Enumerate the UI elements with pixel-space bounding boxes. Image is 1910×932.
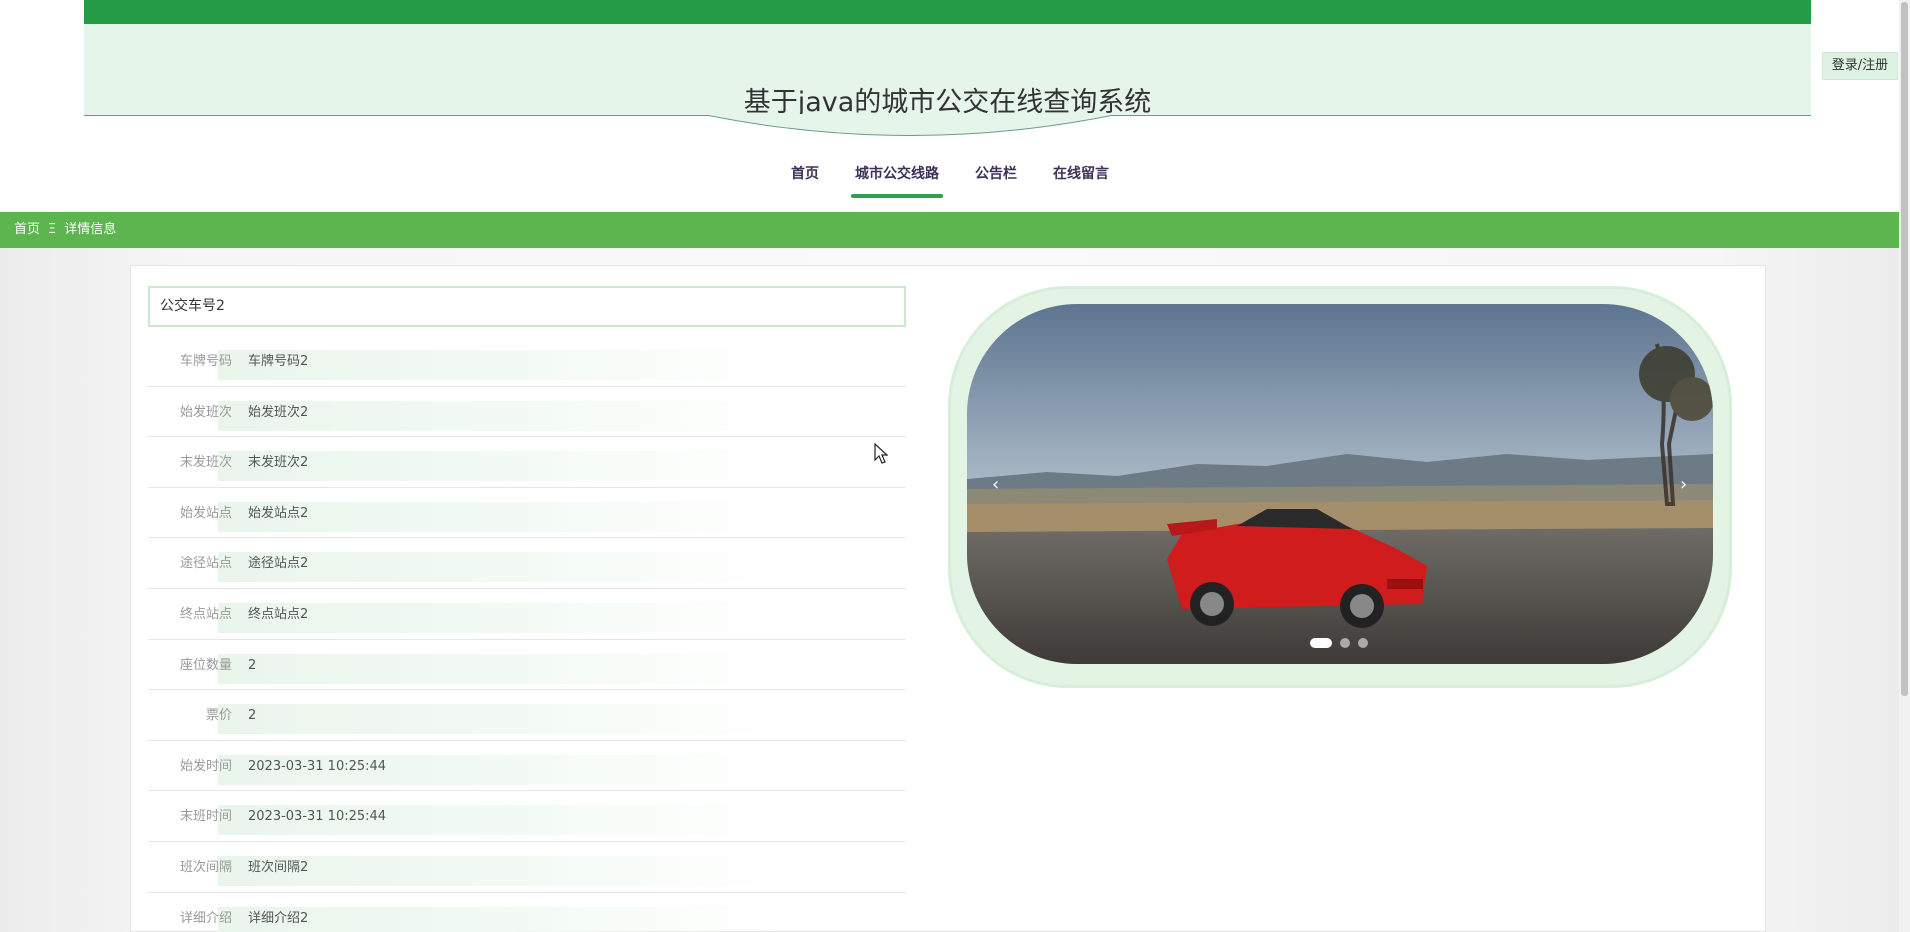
detail-field-row: 详细介绍 详细介绍2 xyxy=(148,893,906,932)
breadcrumb: 首页 Ξ 详情信息 xyxy=(0,212,1900,248)
field-value: 班次间隔2 xyxy=(248,859,309,875)
field-value: 途径站点2 xyxy=(248,556,309,572)
header-top-bar xyxy=(84,0,1811,24)
page-scrollbar[interactable] xyxy=(1899,0,1910,932)
field-value: 始发站点2 xyxy=(248,505,309,521)
field-value: 详细介绍2 xyxy=(248,910,309,926)
detail-field-row: 车牌号码 车牌号码2 xyxy=(148,336,906,387)
carousel-slide-image xyxy=(967,304,1713,664)
nav-item-message-board[interactable]: 在线留言 xyxy=(1035,158,1127,204)
field-value: 车牌号码2 xyxy=(248,354,309,369)
detail-field-row: 票价 2 xyxy=(148,690,906,741)
detail-field-row: 末发班次 末发班次2 xyxy=(148,437,906,488)
detail-field-row: 座位数量 2 xyxy=(148,640,906,691)
field-value: 始发班次2 xyxy=(248,404,309,420)
carousel-next-icon[interactable]: › xyxy=(1680,474,1687,495)
detail-field-row: 末班时间 2023-03-31 10:25:44 xyxy=(148,791,906,842)
field-label: 票价 xyxy=(205,708,232,724)
field-label: 终点站点 xyxy=(179,606,232,622)
field-value: 末发班次2 xyxy=(248,455,309,471)
nav-item-home[interactable]: 首页 xyxy=(773,158,837,204)
site-header: 基于java的城市公交在线查询系统 xyxy=(84,0,1811,118)
carousel-dot[interactable] xyxy=(1358,638,1368,648)
nav-item-bus-routes[interactable]: 城市公交线路 xyxy=(837,158,957,204)
detail-field-row: 始发站点 始发站点2 xyxy=(148,488,906,539)
breadcrumb-current: 详情信息 xyxy=(64,222,117,237)
detail-field-row: 班次间隔 班次间隔2 xyxy=(148,842,906,893)
carousel-dot[interactable] xyxy=(1310,638,1332,648)
breadcrumb-separator-icon: Ξ xyxy=(48,222,57,237)
carousel-indicators xyxy=(1310,638,1368,648)
login-register-button[interactable]: 登录/注册 xyxy=(1822,52,1898,80)
field-value: 2023-03-31 10:25:44 xyxy=(248,809,387,825)
field-label: 始发时间 xyxy=(179,758,232,774)
header-curve-decoration xyxy=(706,114,1114,136)
field-value: 2 xyxy=(248,708,257,724)
field-label: 座位数量 xyxy=(179,657,232,673)
field-value: 终点站点2 xyxy=(248,606,309,622)
carousel-dot[interactable] xyxy=(1340,638,1350,648)
field-value: 2 xyxy=(248,657,257,673)
field-label: 车牌号码 xyxy=(179,354,232,369)
field-label: 末发班次 xyxy=(179,455,232,471)
mouse-cursor-icon xyxy=(874,443,888,464)
detail-field-row: 途径站点 途径站点2 xyxy=(148,538,906,589)
field-label: 途径站点 xyxy=(179,556,232,572)
detail-title: 公交车号2 xyxy=(148,286,906,327)
field-value: 2023-03-31 10:25:44 xyxy=(248,758,387,774)
detail-field-row: 终点站点 终点站点2 xyxy=(148,589,906,640)
field-label: 末班时间 xyxy=(179,809,232,825)
main-nav: 首页 城市公交线路 公告栏 在线留言 xyxy=(0,158,1900,208)
image-carousel[interactable] xyxy=(967,304,1713,664)
detail-field-list: 车牌号码 车牌号码2 始发班次 始发班次2 末发班次 末发班次2 始发站点 始发站点2 … xyxy=(148,336,906,932)
carousel-prev-icon[interactable]: ‹ xyxy=(992,474,999,495)
field-label: 始发班次 xyxy=(179,404,232,420)
header-banner: 基于java的城市公交在线查询系统 xyxy=(84,24,1811,118)
nav-item-notice-board[interactable]: 公告栏 xyxy=(957,158,1035,204)
breadcrumb-home-link[interactable]: 首页 xyxy=(14,212,40,248)
detail-field-row: 始发时间 2023-03-31 10:25:44 xyxy=(148,741,906,792)
detail-field-row: 始发班次 始发班次2 xyxy=(148,387,906,438)
field-label: 班次间隔 xyxy=(179,859,232,875)
field-label: 详细介绍 xyxy=(179,910,232,926)
scrollbar-thumb[interactable] xyxy=(1901,2,1908,696)
field-label: 始发站点 xyxy=(179,505,232,521)
